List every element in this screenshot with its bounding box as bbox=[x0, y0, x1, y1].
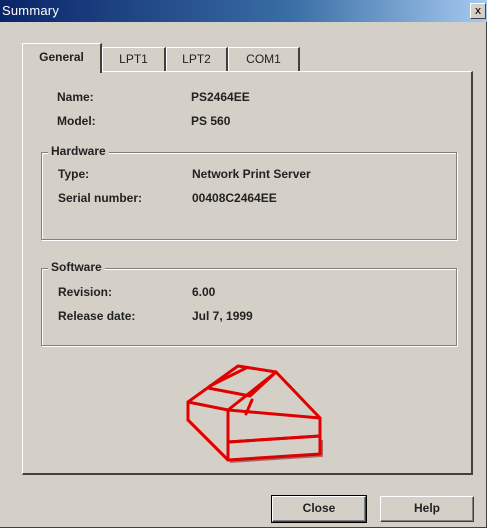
window-title: Summary bbox=[2, 3, 60, 18]
software-group-title: Software bbox=[48, 260, 105, 274]
tab-com1[interactable]: COM1 bbox=[228, 47, 300, 71]
hardware-group-title: Hardware bbox=[48, 144, 109, 158]
revision-value: 6.00 bbox=[192, 285, 216, 299]
close-icon[interactable]: x bbox=[470, 3, 486, 19]
revision-label: Revision: bbox=[58, 285, 113, 299]
type-value: Network Print Server bbox=[192, 167, 311, 181]
title-bar[interactable]: Summary x bbox=[0, 0, 487, 22]
close-button[interactable]: Close bbox=[271, 495, 367, 523]
help-button[interactable]: Help bbox=[380, 496, 474, 522]
release-date-value: Jul 7, 1999 bbox=[192, 309, 253, 323]
tab-general[interactable]: General bbox=[22, 43, 102, 73]
tab-lpt1[interactable]: LPT1 bbox=[102, 47, 166, 71]
hardware-groupbox: Hardware Type: Network Print Server Seri… bbox=[41, 144, 457, 240]
release-date-label: Release date: bbox=[58, 309, 136, 323]
serial-number-label: Serial number: bbox=[58, 191, 143, 205]
type-label: Type: bbox=[58, 167, 90, 181]
model-label: Model: bbox=[57, 114, 96, 128]
name-value: PS2464EE bbox=[191, 90, 250, 104]
name-label: Name: bbox=[57, 90, 94, 104]
model-value: PS 560 bbox=[191, 114, 231, 128]
tab-lpt2[interactable]: LPT2 bbox=[166, 47, 228, 71]
summary-dialog: Summary x General LPT1 LPT2 COM1 Name: P… bbox=[0, 0, 487, 528]
software-groupbox: Software Revision: 6.00 Release date: Ju… bbox=[41, 260, 457, 346]
serial-number-value: 00408C2464EE bbox=[192, 191, 277, 205]
print-server-device-icon bbox=[186, 364, 323, 463]
